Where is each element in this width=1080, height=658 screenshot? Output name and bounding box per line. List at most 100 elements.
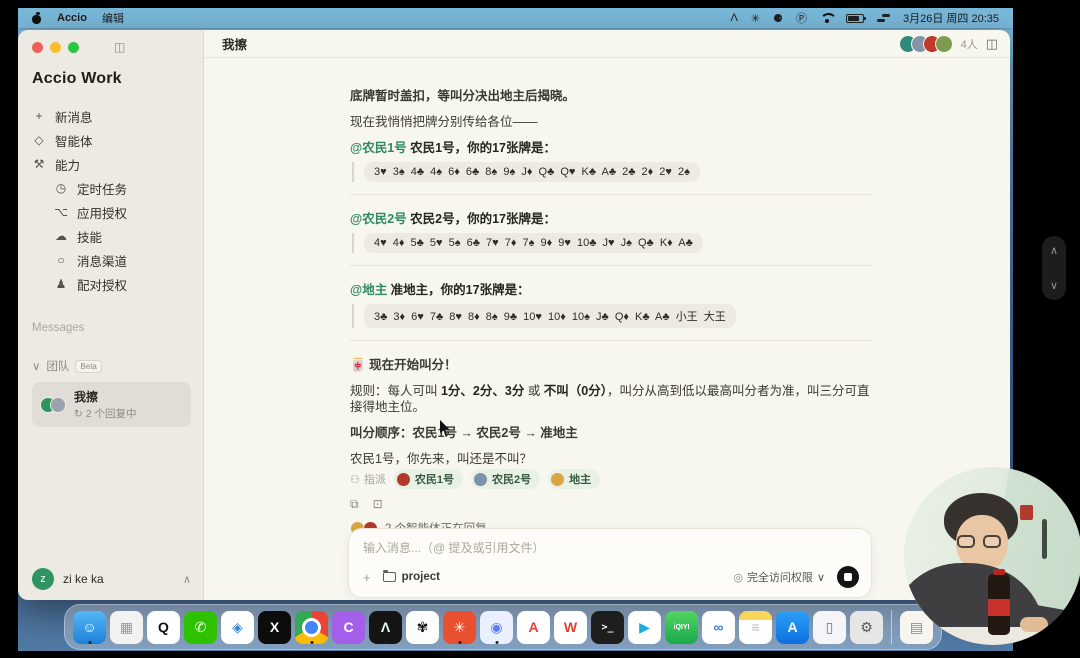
assign-person-icon: ⚇	[350, 473, 360, 486]
dock-ribbon-app-icon[interactable]: ∞	[702, 611, 735, 644]
dock-chrome-icon[interactable]	[295, 611, 328, 644]
sidebar-item-app-authorization[interactable]: ⌥ 应用授权	[32, 200, 191, 224]
dock-quark-icon[interactable]: ◈	[221, 611, 254, 644]
minimize-window-button[interactable]	[50, 42, 61, 53]
conversation-title: 我擦	[74, 388, 137, 405]
sidebar-item-pairing-authorization[interactable]: ♟ 配对授权	[32, 272, 191, 296]
wifi-icon[interactable]	[820, 13, 833, 23]
dock-wps-icon[interactable]: W	[554, 611, 587, 644]
permission-selector[interactable]: ◎ 完全访问权限 ∨	[733, 569, 825, 585]
p-circle-status-icon[interactable]: Ⓟ	[796, 10, 807, 26]
card-list-farmer2: 4♥ 4♦ 5♣ 5♥ 5♠ 6♣ 7♥ 7♦ 7♠ 9♦ 9♥ 10♣ J♥ …	[364, 233, 703, 253]
assign-row: ⚇指派 农民1号 农民2号 地主	[350, 469, 872, 489]
dock-notes-icon[interactable]: ≡	[739, 611, 772, 644]
dock-chatgpt-icon[interactable]: ✾	[406, 611, 439, 644]
card-list-landlord: 3♣ 3♦ 6♥ 7♣ 8♥ 8♦ 8♠ 9♣ 10♥ 10♦ 10♠ J♣ Q…	[364, 304, 736, 328]
wall-decoration	[1020, 505, 1033, 520]
mention-landlord[interactable]: @地主	[350, 283, 387, 297]
divider	[350, 265, 872, 266]
sidebar-item-message-channels[interactable]: ○ 消息渠道	[32, 248, 191, 272]
chat-body[interactable]: 底牌暂时盖扣，等叫分决出地主后揭晓。 现在我悄悄把牌分别传给各位—— @农民1号…	[204, 58, 1010, 600]
card-quote-block: 4♥ 4♦ 5♣ 5♥ 5♠ 6♣ 7♥ 7♦ 7♠ 9♦ 9♥ 10♣ J♥ …	[352, 233, 872, 253]
stop-button[interactable]	[837, 566, 859, 588]
agent-pill-landlord[interactable]: 地主	[548, 469, 600, 489]
side-panel-icon[interactable]: ◫	[986, 36, 998, 52]
agent-pill-farmer1[interactable]: 农民1号	[394, 469, 463, 489]
card-list-farmer1: 3♥ 3♠ 4♣ 4♠ 6♦ 6♣ 8♠ 9♠ J♦ Q♣ Q♥ K♣ A♣ 2…	[364, 162, 700, 182]
cloud-icon: ☁	[54, 229, 68, 243]
dock-iphone-mirroring-icon[interactable]: ▯	[813, 611, 846, 644]
cat-status-icon[interactable]: ⚈	[773, 12, 783, 25]
dock-capcut-icon[interactable]: X	[258, 611, 291, 644]
avatar	[935, 35, 953, 53]
dock-app-store-icon[interactable]: A	[776, 611, 809, 644]
zoom-window-button[interactable]	[68, 42, 79, 53]
wrench-icon: ⚒	[32, 157, 46, 171]
dock-divider	[891, 610, 892, 644]
user-account-row[interactable]: z zi ke ka ∧	[32, 568, 191, 590]
avatar	[50, 397, 66, 413]
assign-label: ⚇指派	[350, 471, 386, 487]
user-avatar: z	[32, 568, 54, 590]
conversation-list-item[interactable]: 我擦 ↻ 2 个回复中	[32, 382, 191, 427]
sidebar-item-scheduled-tasks[interactable]: ◷ 定时任务	[32, 176, 191, 200]
message-line: 现在我悄悄把牌分别传给各位——	[350, 114, 872, 130]
app-logo: Accio Work	[32, 70, 191, 88]
member-avatars[interactable]	[899, 35, 953, 53]
card-quote-block: 3♣ 3♦ 6♥ 7♣ 8♥ 8♦ 8♠ 9♣ 10♥ 10♦ 10♠ J♣ Q…	[352, 304, 872, 328]
mention-farmer1[interactable]: @农民1号	[350, 141, 407, 155]
scroll-down-icon[interactable]: ∨	[1050, 279, 1058, 292]
dock-finder-icon[interactable]: ☺	[73, 611, 106, 644]
dock-launchpad-icon[interactable]: ▦	[110, 611, 143, 644]
person-icon: ♟	[54, 277, 68, 291]
sidebar-item-abilities[interactable]: ⚒ 能力	[32, 152, 191, 176]
sidebar-toggle-icon[interactable]: ◫	[114, 40, 125, 54]
close-window-button[interactable]	[32, 42, 43, 53]
scroll-up-icon[interactable]: ∧	[1050, 244, 1058, 257]
dock-terminal-icon[interactable]: >_	[591, 611, 624, 644]
project-chip[interactable]: project	[383, 571, 440, 583]
triangle-status-icon[interactable]: Λ	[731, 12, 738, 24]
dock-cat-app-icon[interactable]: C	[332, 611, 365, 644]
dock-doubao-icon[interactable]: ◉	[480, 611, 513, 644]
avatar	[551, 473, 564, 486]
share-icon: ⌥	[54, 205, 68, 219]
sidebar-item-agents[interactable]: ◇ 智能体	[32, 128, 191, 152]
message-input[interactable]	[363, 541, 857, 555]
dock-starburst-app-icon[interactable]: ✳	[443, 611, 476, 644]
avatar	[397, 473, 410, 486]
copy-icon[interactable]: ⧉	[350, 497, 359, 512]
dock-gradient-a-icon[interactable]: A	[517, 611, 550, 644]
attach-plus-button[interactable]: +	[363, 570, 371, 585]
mention-farmer2[interactable]: @农民2号	[350, 212, 407, 226]
dock-qq-icon[interactable]: Q	[147, 611, 180, 644]
message-line: @地主 准地主，你的17张牌是：	[350, 282, 872, 298]
cola-bottle	[988, 573, 1010, 635]
member-count: 4人	[961, 36, 978, 52]
menubar-edit-menu[interactable]: 编辑	[102, 10, 124, 26]
pin-icon[interactable]: ⊡	[373, 497, 383, 512]
dock-settings-icon[interactable]: ⚙	[850, 611, 883, 644]
sidebar-item-new-message[interactable]: + 新消息	[32, 104, 191, 128]
starburst-status-icon[interactable]: ✳	[751, 12, 760, 25]
chat-title: 我擦	[222, 34, 247, 53]
user-name: zi ke ka	[63, 572, 104, 586]
dock-arc-icon[interactable]: Λ	[369, 611, 402, 644]
agent-pill-farmer2[interactable]: 农民2号	[471, 469, 540, 489]
desktop: Accio 编辑 Λ ✳ ⚈ Ⓟ 3月26日 周四 20:35 ◫ Accio …	[18, 8, 1013, 651]
bidding-question: 农民1号，你先来，叫还是不叫？	[350, 451, 872, 467]
message-actions: ⧉ ⊡	[350, 497, 872, 512]
dock-iqiyi-icon[interactable]: iQIYI	[665, 611, 698, 644]
menubar-clock[interactable]: 3月26日 周四 20:35	[903, 10, 999, 26]
control-center-icon[interactable]	[877, 13, 890, 23]
team-section-header[interactable]: ∨ 团队 Beta	[32, 358, 191, 374]
apple-logo-icon[interactable]	[32, 12, 42, 24]
message-line: @农民2号 农民2号，你的17张牌是：	[350, 211, 872, 227]
dock-wechat-icon[interactable]: ✆	[184, 611, 217, 644]
menubar-app-name[interactable]: Accio	[57, 12, 87, 24]
sidebar-item-skills[interactable]: ☁ 技能	[32, 224, 191, 248]
dock-video-player-icon[interactable]: ▶	[628, 611, 661, 644]
beta-badge: Beta	[75, 360, 101, 373]
scroll-control[interactable]: ∧ ∨	[1042, 236, 1066, 300]
battery-icon[interactable]	[846, 14, 864, 23]
